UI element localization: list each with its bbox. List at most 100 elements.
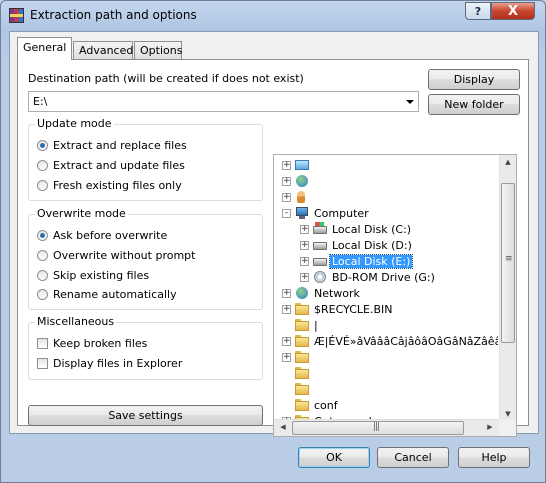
update-mode-group: Update mode Extract and replace files Ex… [28, 117, 263, 201]
tree-node[interactable]: + [282, 157, 314, 173]
folder-icon [294, 302, 310, 316]
destination-path-value: E:\ [33, 95, 48, 108]
radio-button[interactable] [37, 140, 48, 151]
radio-button[interactable] [37, 180, 48, 191]
folder-icon [294, 350, 310, 364]
radio-button[interactable] [37, 230, 48, 241]
expand-icon[interactable]: + [282, 176, 291, 186]
tree-node[interactable]: + Local Disk (C:) [300, 221, 411, 237]
tree-node[interactable]: + Æ|ÉVÉ»âVâââCâjâôâOâGâNâZâêâÎâô [282, 333, 498, 349]
expand-icon[interactable]: + [282, 288, 291, 298]
windows-drive-icon [312, 222, 328, 236]
grip-icon: ≡ [505, 254, 512, 264]
tree-node[interactable]: + [282, 173, 314, 189]
scroll-right-arrow-icon[interactable]: ▶ [482, 423, 498, 431]
radio-label: Skip existing files [53, 269, 150, 282]
tree-node-label: Æ|ÉVÉ»âVâââCâjâôâOâGâNâZâêâÎâô [314, 334, 498, 348]
tab-options[interactable]: Options [134, 41, 182, 59]
save-settings-button[interactable]: Save settings [28, 405, 263, 426]
tree-node[interactable] [282, 381, 314, 397]
help-button[interactable]: Help [458, 447, 530, 468]
destination-path-combobox[interactable]: E:\ [28, 91, 419, 112]
checkbox[interactable] [37, 358, 48, 369]
overwrite-mode-option[interactable]: Ask before overwrite [37, 229, 167, 242]
tree-node-label: Local Disk (D:) [332, 238, 412, 252]
folder-icon [294, 382, 310, 396]
window-title: Extraction path and options [30, 8, 197, 22]
blue-folder-icon [294, 158, 310, 172]
expand-icon[interactable]: + [300, 224, 309, 234]
tab-advanced[interactable]: Advanced [73, 41, 133, 59]
tree-node[interactable]: + Local Disk (E:) [300, 253, 414, 269]
checkbox[interactable] [37, 338, 48, 349]
overwrite-mode-option[interactable]: Overwrite without prompt [37, 249, 195, 262]
radio-label: Extract and replace files [53, 139, 187, 152]
folder-icon [294, 334, 310, 348]
expand-icon[interactable]: + [300, 272, 309, 282]
tree-node[interactable]: + BD-ROM Drive (G:) [300, 269, 435, 285]
tree-node-label: BD-ROM Drive (G:) [332, 270, 435, 284]
miscellaneous-group: Miscellaneous Keep broken files Display … [28, 315, 263, 380]
tree-node[interactable]: - Computer [282, 205, 369, 221]
vertical-scrollbar[interactable]: ▲ ≡ ▼ [499, 155, 516, 421]
tree-node-label: $RECYCLE.BIN [314, 302, 393, 316]
tree-node[interactable]: conf [282, 397, 338, 413]
scroll-up-arrow-icon[interactable]: ▲ [500, 158, 516, 166]
collapse-icon[interactable]: - [282, 208, 291, 218]
expand-icon[interactable]: + [282, 336, 291, 346]
drive-icon [312, 238, 328, 252]
tree-node[interactable]: + [282, 349, 314, 365]
expand-icon[interactable]: + [282, 352, 291, 362]
tree-node[interactable]: | [282, 317, 318, 333]
horizontal-scrollbar[interactable]: ◀ ||| ▶ [274, 419, 499, 436]
radio-button[interactable] [37, 160, 48, 171]
expand-icon[interactable]: + [282, 192, 291, 202]
network-icon [294, 174, 310, 188]
user-icon [294, 190, 310, 204]
radio-label: Extract and update files [53, 159, 185, 172]
tree-node-label: Computer [314, 206, 369, 220]
update-mode-option[interactable]: Extract and update files [37, 159, 185, 172]
cancel-button[interactable]: Cancel [377, 447, 449, 468]
chevron-down-icon[interactable] [404, 96, 416, 108]
expand-icon[interactable]: + [300, 240, 309, 250]
help-title-button[interactable]: ? [465, 2, 491, 20]
new-folder-button[interactable]: New folder [428, 94, 520, 115]
keep-broken-files-option[interactable]: Keep broken files [37, 337, 147, 350]
tab-general[interactable]: General [17, 37, 72, 60]
radio-label: Rename automatically [53, 288, 177, 301]
checkbox-label: Display files in Explorer [53, 357, 183, 370]
tree-node[interactable]: + Network [282, 285, 360, 301]
tree-node[interactable]: + [282, 189, 314, 205]
scroll-left-arrow-icon[interactable]: ◀ [275, 423, 291, 431]
display-in-explorer-option[interactable]: Display files in Explorer [37, 357, 182, 370]
vertical-scroll-thumb[interactable]: ≡ [501, 183, 515, 343]
expand-icon[interactable]: + [282, 160, 291, 170]
overwrite-mode-group: Overwrite mode Ask before overwrite Over… [28, 207, 263, 310]
radio-button[interactable] [37, 289, 48, 300]
tree-node[interactable]: + $RECYCLE.BIN [282, 301, 392, 317]
display-button[interactable]: Display [428, 69, 520, 90]
scroll-down-arrow-icon[interactable]: ▼ [500, 410, 516, 418]
folder-tree[interactable]: + + + - Computer + Local Disk (C:) + Local Disk … [273, 154, 517, 437]
overwrite-mode-option[interactable]: Skip existing files [37, 269, 149, 282]
update-mode-option[interactable]: Fresh existing files only [37, 179, 182, 192]
tree-node-label: conf [314, 398, 338, 412]
scrollbar-corner [499, 419, 516, 436]
radio-button[interactable] [37, 250, 48, 261]
tree-node[interactable]: + Local Disk (D:) [300, 237, 412, 253]
update-mode-option[interactable]: Extract and replace files [37, 139, 187, 152]
dialog-client: General Advanced Options Destination pat… [9, 31, 539, 437]
ok-button[interactable]: OK [298, 447, 370, 468]
folder-icon [294, 318, 310, 332]
overwrite-mode-option[interactable]: Rename automatically [37, 288, 177, 301]
radio-button[interactable] [37, 270, 48, 281]
drive-icon [312, 254, 328, 268]
close-button[interactable]: X [491, 2, 535, 20]
expand-icon[interactable]: + [300, 256, 309, 266]
radio-label: Ask before overwrite [53, 229, 168, 242]
tree-node-label: Local Disk (C:) [332, 222, 412, 236]
tree-node[interactable] [282, 365, 314, 381]
expand-icon[interactable]: + [282, 304, 291, 314]
horizontal-scroll-thumb[interactable]: ||| [292, 421, 464, 435]
